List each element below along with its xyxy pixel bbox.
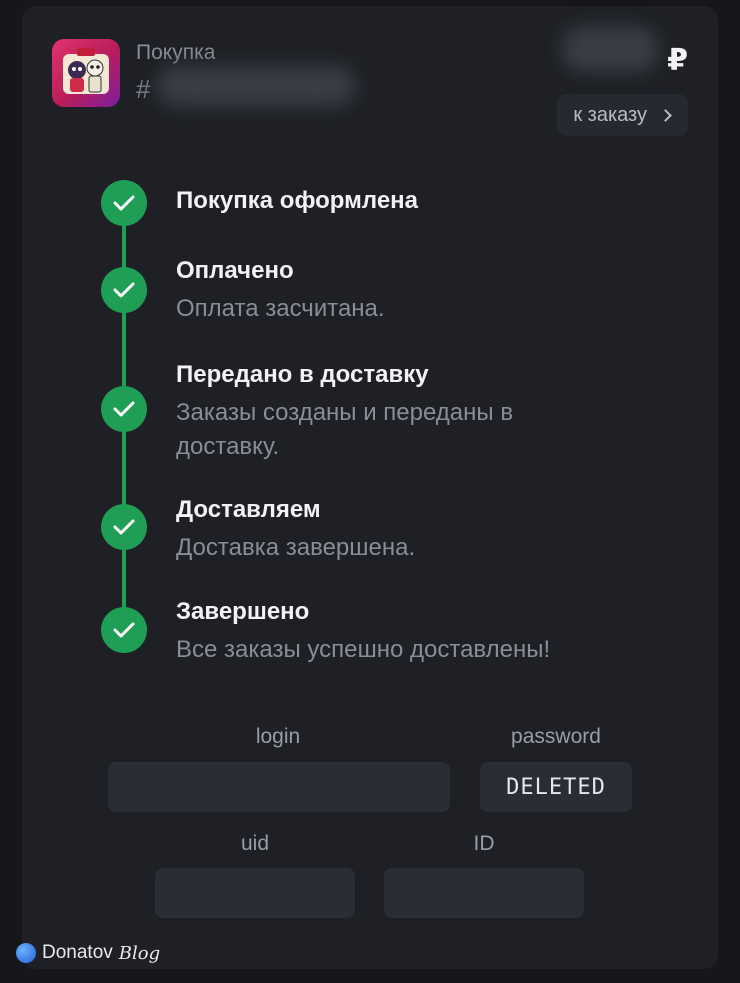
login-label: login: [255, 725, 301, 748]
donatov-blog-watermark: Donatov Blog: [16, 942, 160, 964]
watermark-brand: Donatov: [42, 942, 113, 963]
password-label: password: [511, 725, 601, 748]
game-app-icon: [52, 39, 120, 107]
id-field[interactable]: [384, 868, 584, 918]
check-icon: [101, 504, 147, 550]
step-description: Все заказы успешно доставлены!: [176, 636, 551, 663]
step-title: Покупка оформлена: [176, 187, 419, 214]
uid-field[interactable]: [155, 868, 355, 918]
chevron-right-icon: [659, 108, 672, 122]
password-field[interactable]: DELETED: [480, 762, 632, 812]
check-icon: [101, 180, 147, 226]
check-icon: [101, 607, 147, 653]
order-number-prefix: #: [136, 74, 151, 104]
watermark-suffix: Blog: [118, 942, 161, 964]
to-order-label: к заказу: [573, 103, 647, 126]
order-card: Покупка # ₽ к заказу Покупка оформлена О…: [22, 6, 718, 969]
step-title: Передано в доставку: [176, 361, 429, 388]
step-title: Доставляем: [176, 496, 321, 523]
step-description: Оплата засчитана.: [176, 295, 385, 322]
redacted-price: [562, 26, 658, 72]
step-description: Доставка завершена.: [176, 534, 416, 561]
login-field[interactable]: [108, 762, 450, 812]
purchase-title: Покупка: [136, 41, 216, 64]
donatov-logo-icon: [16, 943, 36, 963]
check-icon: [101, 386, 147, 432]
check-icon: [101, 267, 147, 313]
step-title: Завершено: [176, 598, 310, 625]
id-label: ID: [473, 832, 495, 855]
currency-symbol: ₽: [667, 44, 688, 77]
to-order-button[interactable]: к заказу: [557, 94, 688, 136]
step-description: Заказы созданы и переданы в доставку.: [176, 399, 514, 460]
game-characters-icon: [63, 48, 109, 94]
step-title: Оплачено: [176, 257, 294, 284]
uid-label: uid: [240, 832, 270, 855]
redacted-order-number: [156, 66, 356, 106]
